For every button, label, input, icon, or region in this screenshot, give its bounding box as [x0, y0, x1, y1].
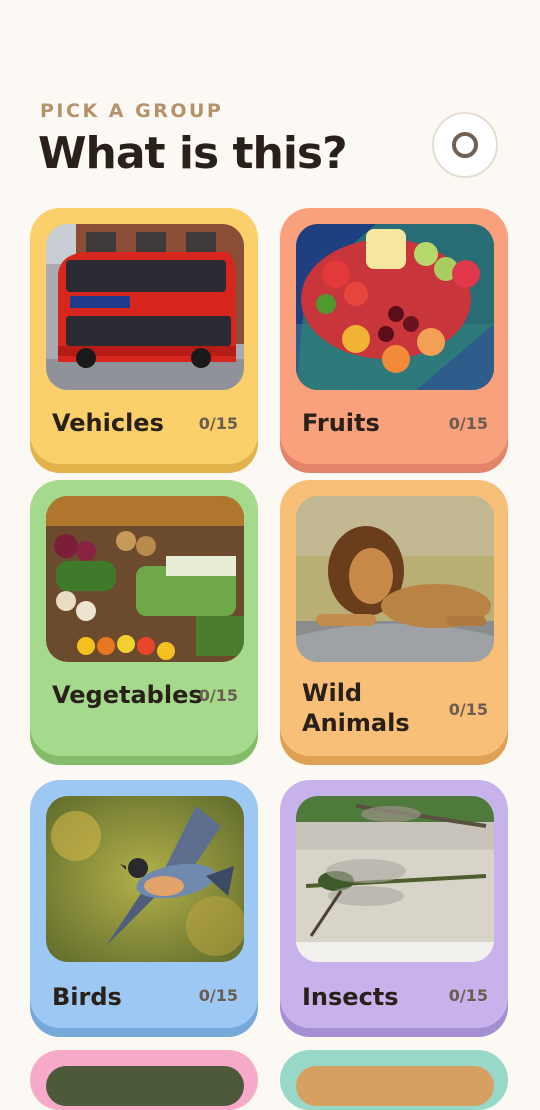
- category-card-vegetables[interactable]: Vegetables 0/15: [30, 480, 258, 756]
- category-name: Vegetables: [52, 681, 203, 709]
- vehicles-photo: [46, 224, 244, 390]
- category-progress: 0/15: [198, 986, 238, 1005]
- category-card-insects[interactable]: Insects 0/15: [280, 780, 508, 1028]
- category-name: Birds: [52, 983, 122, 1011]
- category-progress: 0/15: [198, 686, 238, 705]
- partial-photo: [46, 1066, 244, 1106]
- wild-animals-photo: [296, 496, 494, 662]
- fruits-photo: [296, 224, 494, 390]
- category-name: Vehicles: [52, 409, 164, 437]
- category-card-birds[interactable]: Birds 0/15: [30, 780, 258, 1028]
- category-card-fruits[interactable]: Fruits 0/15: [280, 208, 508, 464]
- birds-photo: [46, 796, 244, 962]
- settings-button[interactable]: [432, 112, 498, 178]
- category-card-partial-right[interactable]: [280, 1050, 508, 1110]
- category-progress: 0/15: [448, 986, 488, 1005]
- category-name-line-2: Animals: [302, 709, 410, 737]
- page-title: What is this?: [38, 128, 348, 179]
- insects-photo: [296, 796, 494, 962]
- category-card-partial-left[interactable]: [30, 1050, 258, 1110]
- category-progress: 0/15: [448, 700, 488, 719]
- category-name-line-1: Wild: [302, 679, 363, 707]
- category-card-vehicles[interactable]: Vehicles 0/15: [30, 208, 258, 464]
- category-progress: 0/15: [448, 414, 488, 433]
- category-name: Fruits: [302, 409, 380, 437]
- partial-photo: [296, 1066, 494, 1106]
- circle-settings-icon: [452, 132, 478, 158]
- category-name: Insects: [302, 983, 399, 1011]
- vegetables-photo: [46, 496, 244, 662]
- category-progress: 0/15: [198, 414, 238, 433]
- page-subtitle: PICK A GROUP: [40, 100, 224, 122]
- category-card-wild-animals[interactable]: Wild Animals 0/15: [280, 480, 508, 756]
